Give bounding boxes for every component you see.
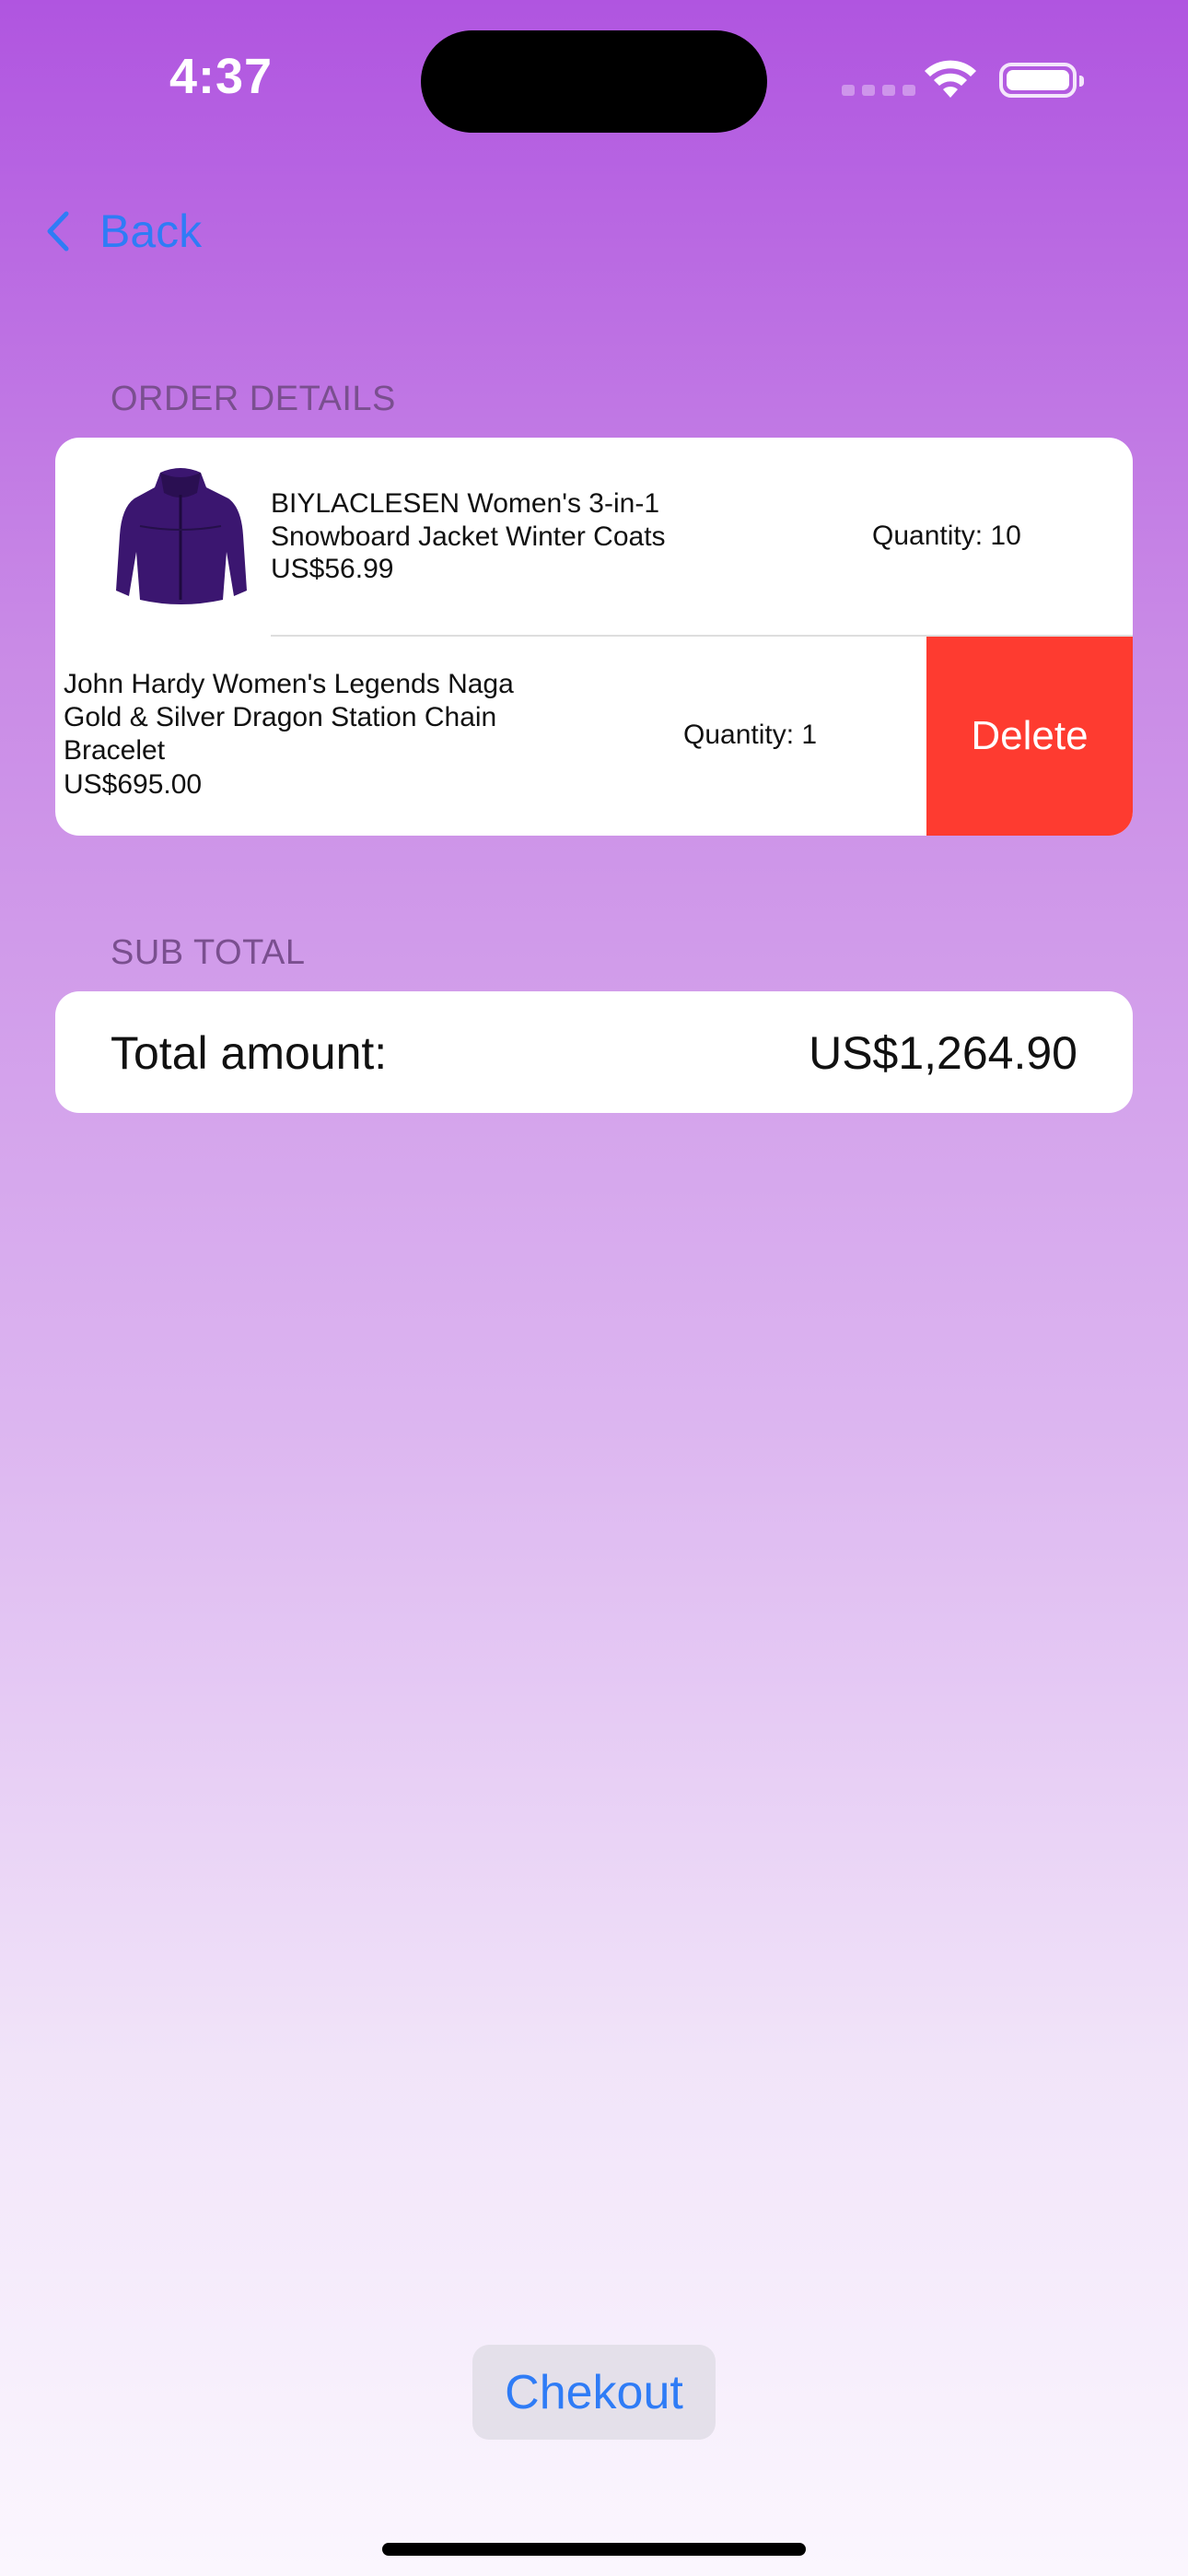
order-items-list: BIYLACLESEN Women's 3-in-1 Snowboard Jac… <box>55 438 1133 836</box>
checkout-button[interactable]: Chekout <box>472 2345 716 2440</box>
product-title: John Hardy Women's Legends Naga Gold & S… <box>64 669 514 766</box>
product-title: BIYLACLESEN Women's 3-in-1 Snowboard Jac… <box>271 488 666 552</box>
battery-icon <box>999 63 1084 98</box>
product-quantity: Quantity: 10 <box>872 521 1021 551</box>
total-amount-value: US$1,264.90 <box>809 1027 1077 1079</box>
status-time: 4:37 <box>169 49 274 104</box>
product-image <box>116 468 247 604</box>
sub-total-header: SUB TOTAL <box>111 933 306 972</box>
delete-button[interactable]: Delete <box>926 637 1133 836</box>
order-item-row[interactable]: BIYLACLESEN Women's 3-in-1 Snowboard Jac… <box>55 438 1133 637</box>
back-button[interactable]: Back <box>44 205 202 258</box>
product-price: US$695.00 <box>64 769 203 800</box>
wifi-icon <box>925 60 976 98</box>
product-price: US$56.99 <box>271 554 394 584</box>
product-quantity: Quantity: 1 <box>683 720 818 750</box>
back-label: Back <box>99 205 203 257</box>
cellular-signal-icon <box>842 85 915 96</box>
sub-total-card: Total amount: US$1,264.90 <box>55 991 1133 1113</box>
dynamic-island <box>421 30 767 133</box>
order-item-row-swiped[interactable]: John Hardy Women's Legends Naga Gold & S… <box>55 637 1133 836</box>
total-amount-label: Total amount: <box>111 1027 388 1079</box>
home-indicator <box>382 2543 806 2556</box>
order-details-header: ORDER DETAILS <box>111 380 396 418</box>
chevron-left-icon <box>47 211 69 252</box>
